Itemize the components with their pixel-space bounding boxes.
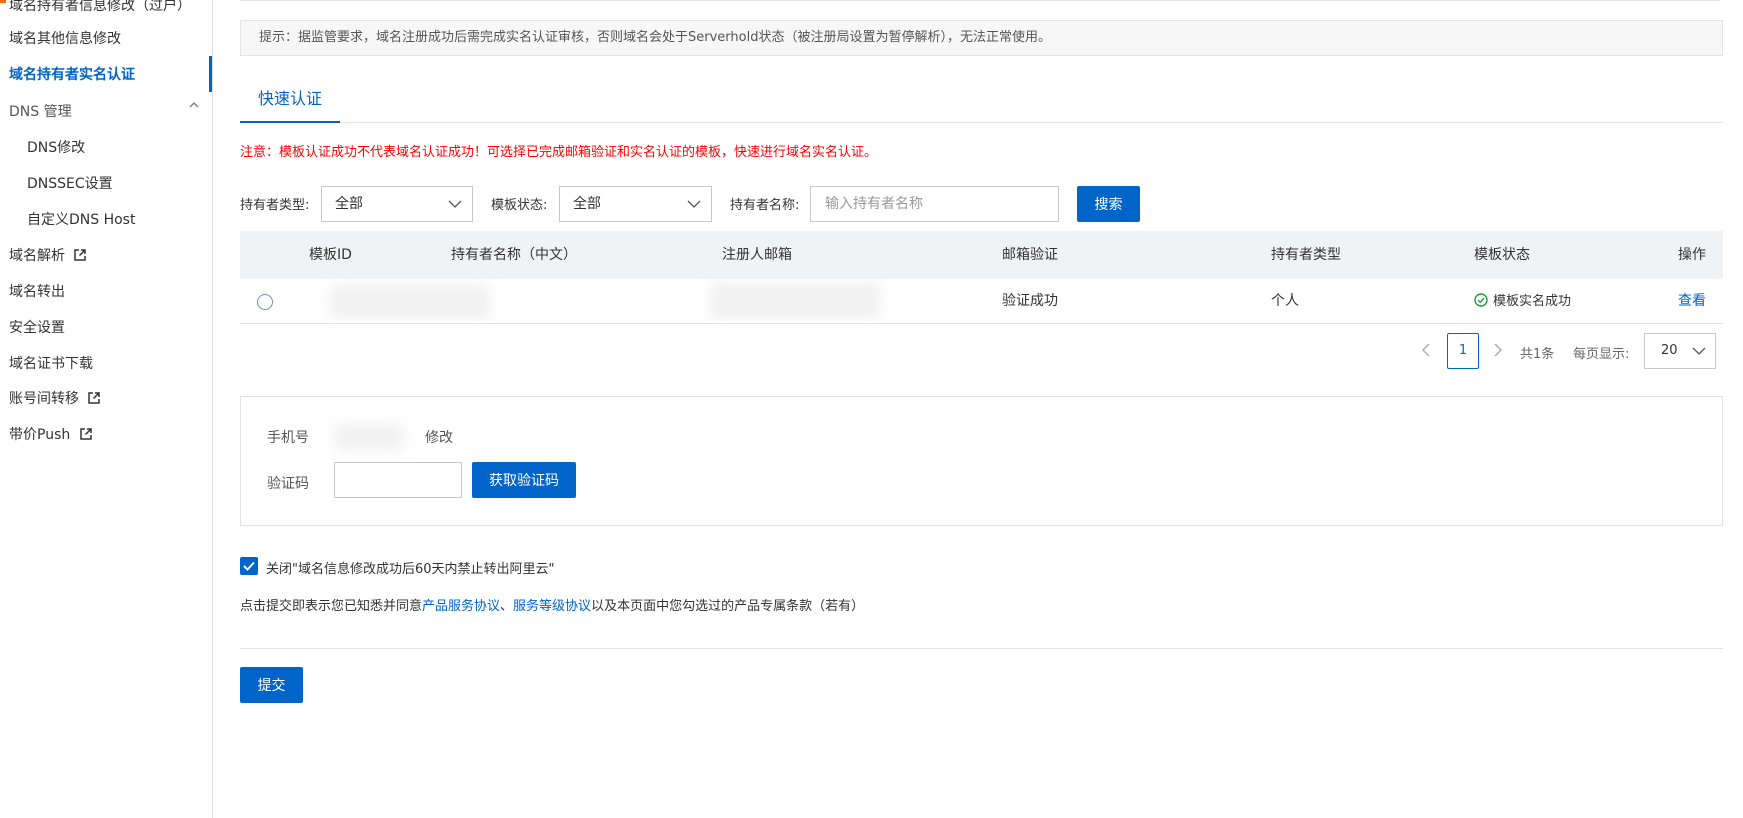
per-page-label: 每页显示: [1573,347,1630,362]
agreement-separator: 、 [500,599,514,614]
view-link[interactable]: 查看 [1678,279,1706,324]
external-link-icon [74,249,87,261]
template-status-label: 模板状态: [491,198,548,213]
sidebar-active-indicator [209,56,212,92]
sidebar-item-cert-download[interactable]: 域名证书下载 [9,352,93,376]
sidebar-item-label: 带价Push [9,427,71,443]
sidebar-item-domain-transfer-out[interactable]: 域名转出 [9,280,65,304]
sidebar-group-dns[interactable]: DNS 管理 [9,100,72,124]
external-link-icon [88,392,101,404]
search-button[interactable]: 搜索 [1077,186,1140,222]
template-status-text: 模板实名成功 [1493,294,1572,309]
agreement-prefix: 点击提交即表示您已知悉并同意 [240,599,423,614]
chevron-down-icon [1692,347,1706,355]
sidebar-item-other-info-modify[interactable]: 域名其他信息修改 [9,27,121,51]
row-select-radio[interactable] [257,294,273,310]
sidebar-item-custom-dns-host[interactable]: 自定义DNS Host [27,208,135,232]
holder-type-label: 持有者类型: [240,198,310,213]
col-email-verify: 邮箱验证 [1002,247,1058,263]
transfer-lock-label: 关闭"域名信息修改成功后60天内禁止转出阿里云" [266,562,555,577]
pagination-total: 共1条 [1520,347,1555,362]
per-page-value: 20 [1661,343,1678,358]
checkmark-icon [243,561,255,571]
sidebar-item-account-transfer[interactable]: 账号间转移 [9,387,101,411]
sidebar-item-security-settings[interactable]: 安全设置 [9,316,65,340]
sidebar-item-dns-modify[interactable]: DNS修改 [27,136,85,160]
code-input[interactable] [334,462,462,498]
table-header: 模板ID 持有者名称（中文） 注册人邮箱 邮箱验证 持有者类型 模板状态 操作 [240,231,1723,279]
chevron-right-icon[interactable] [1492,343,1504,357]
phone-label: 手机号 [267,430,309,446]
check-circle-icon [1474,293,1488,307]
top-divider [240,0,1720,3]
template-status-value: 全部 [573,196,601,212]
sidebar: 域名持有者信息修改（过户） 域名其他信息修改 域名持有者实名认证 DNS 管理 … [0,0,213,818]
sla-link[interactable]: 服务等级协议 [513,599,591,614]
sidebar-item-label: 域名解析 [9,248,65,264]
tab-quick-verify[interactable]: 快速认证 [240,80,341,123]
email-verify-status: 验证成功 [1002,293,1058,309]
bottom-divider [240,648,1723,649]
holder-name-input[interactable] [810,186,1059,222]
submit-button[interactable]: 提交 [240,667,303,703]
tab-strip: 快速认证 [240,80,1723,123]
sidebar-item-holder-real-name[interactable]: 域名持有者实名认证 [9,63,135,87]
col-actions: 操作 [1678,247,1706,263]
col-registrant-email: 注册人邮箱 [722,247,792,263]
transfer-lock-checkbox[interactable] [240,557,258,575]
sidebar-item-price-push[interactable]: 带价Push [9,423,92,447]
chevron-down-icon [687,200,701,208]
agreement-text: 点击提交即表示您已知悉并同意产品服务协议、服务等级协议以及本页面中您勾选过的产品… [240,595,864,614]
holder-type-value: 全部 [335,196,363,212]
notice-banner: 提示：据监管要求，域名注册成功后需完成实名认证审核，否则域名会处于Serverh… [240,20,1723,56]
redacted-template-id [330,285,490,319]
chevron-down-icon [448,200,462,208]
service-agreement-link[interactable]: 产品服务协议 [422,599,500,614]
redacted-email [710,283,880,319]
template-status-cell: 模板实名成功 [1474,279,1571,324]
redacted-phone [334,424,404,450]
sidebar-item-dnssec[interactable]: DNSSEC设置 [27,172,113,196]
col-holder-name: 持有者名称（中文） [451,247,577,263]
modify-phone-link[interactable]: 修改 [425,427,453,447]
external-link-icon [79,428,92,440]
page-number[interactable]: 1 [1447,333,1479,369]
template-status-select[interactable]: 全部 [559,186,712,222]
col-template-id: 模板ID [309,247,352,263]
holder-name-label: 持有者名称: [730,198,800,213]
phone-verify-panel [240,396,1723,526]
chevron-left-icon[interactable] [1420,343,1432,357]
per-page-select[interactable]: 20 [1644,333,1716,369]
holder-type-select[interactable]: 全部 [321,186,473,222]
sidebar-accent-mark [0,0,6,3]
chevron-up-icon[interactable] [188,99,200,111]
code-label: 验证码 [267,476,309,492]
sidebar-item-domain-resolve[interactable]: 域名解析 [9,244,87,268]
warning-text: 注意：模板认证成功不代表域名认证成功！可选择已完成邮箱验证和实名认证的模板，快速… [240,145,878,160]
get-code-button[interactable]: 获取验证码 [472,462,576,498]
sidebar-item-label: 账号间转移 [9,391,79,407]
holder-type-value: 个人 [1271,293,1299,309]
col-template-status: 模板状态 [1474,247,1530,263]
table-row: 验证成功 个人 模板实名成功 查看 [240,279,1723,324]
agreement-suffix: 以及本页面中您勾选过的产品专属条款（若有） [591,599,865,614]
sidebar-item-holder-info-modify[interactable]: 域名持有者信息修改（过户） [9,0,191,18]
col-holder-type: 持有者类型 [1271,247,1341,263]
